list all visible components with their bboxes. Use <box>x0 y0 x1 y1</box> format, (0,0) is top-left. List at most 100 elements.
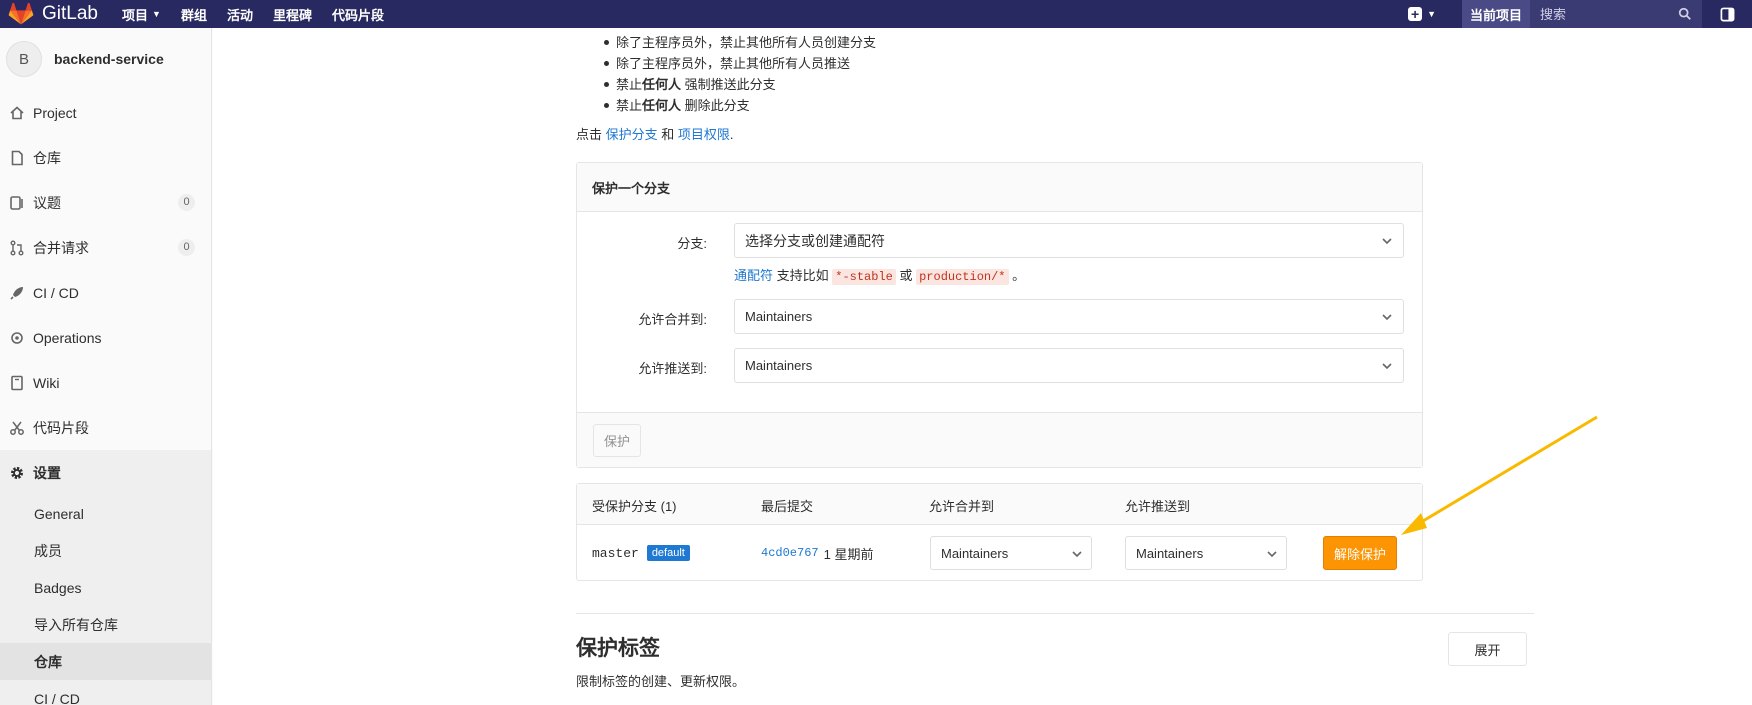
sidebar-item-issues[interactable]: 议题 0 <box>0 180 211 225</box>
project-avatar: B <box>6 41 42 77</box>
nav-activity[interactable]: 活动 <box>227 5 253 24</box>
sidebar-item-label: Project <box>33 104 77 121</box>
unprotect-button[interactable]: 解除保护 <box>1323 536 1398 570</box>
book-icon <box>9 375 25 391</box>
chevron-down-icon <box>1382 314 1392 321</box>
list-item: 禁止任何人 强制推送此分支 <box>602 74 876 95</box>
search-scope[interactable]: 当前项目 <box>1461 0 1530 28</box>
push-access-select[interactable]: Maintainers <box>734 348 1404 383</box>
panel-toggle-icon <box>1720 7 1734 21</box>
branch-label: 分支: <box>677 236 707 251</box>
sidebar-item-snippets[interactable]: 代码片段 <box>0 405 211 450</box>
nav-projects[interactable]: 项目 ▼ <box>122 5 161 24</box>
default-badge: default <box>646 545 690 561</box>
nav-groups[interactable]: 群组 <box>181 5 207 24</box>
header-merge: 允许合并到 <box>929 499 995 514</box>
branch-select[interactable]: 选择分支或创建通配符 <box>734 223 1404 258</box>
issues-count-badge: 0 <box>178 194 195 211</box>
wildcard-link[interactable]: 通配符 <box>734 268 773 283</box>
nav-milestones[interactable]: 里程碑 <box>273 5 312 24</box>
hint-text: 。 <box>1008 268 1026 283</box>
search-input[interactable] <box>1540 6 1660 22</box>
branch-select-value: 选择分支或创建通配符 <box>745 232 885 249</box>
rule-text: 禁止 <box>616 98 643 113</box>
row-merge-value: Maintainers <box>941 545 1009 561</box>
expand-button[interactable]: 展开 <box>1448 632 1527 666</box>
sidebar-toggle-button[interactable] <box>1702 0 1752 28</box>
project-sidebar: B backend-service Project 仓库 议题 0 合并请求 0… <box>0 28 212 705</box>
doc-icon <box>9 150 25 166</box>
sub-item-import[interactable]: 导入所有仓库 <box>0 606 211 643</box>
cloud-gear-icon <box>9 330 25 346</box>
project-header[interactable]: B backend-service <box>0 28 211 90</box>
issues-icon <box>9 195 25 211</box>
table-header: 受保护分支 (1) 最后提交 允许合并到 允许推送到 <box>577 484 1422 525</box>
chevron-down-icon <box>1267 551 1277 558</box>
plus-icon: + <box>1408 7 1423 21</box>
sidebar-item-label: 设置 <box>33 464 61 481</box>
chevron-down-icon <box>1382 238 1392 245</box>
header-last-commit: 最后提交 <box>761 499 814 514</box>
top-navbar: GitLab 项目 ▼ 群组 活动 里程碑 代码片段 + ▼ 当前项目 <box>0 0 1752 28</box>
merge-access-select[interactable]: Maintainers <box>734 299 1404 334</box>
sub-item-ci-cd[interactable]: CI / CD <box>0 680 211 705</box>
merge-select-value: Maintainers <box>745 309 813 324</box>
main-nav: 项目 ▼ 群组 活动 里程碑 代码片段 <box>122 0 404 28</box>
merge-label: 允许合并到: <box>638 312 707 327</box>
sub-item-general[interactable]: General <box>0 495 211 532</box>
rule-text: 除了主程序员外，禁止其他所有人员推送 <box>616 56 851 71</box>
sub-item-repository[interactable]: 仓库 <box>0 643 211 680</box>
new-dropdown-button[interactable]: + ▼ <box>1408 7 1436 21</box>
section-divider <box>576 613 1534 614</box>
sidebar-item-settings[interactable]: 设置 <box>0 450 211 495</box>
sidebar-item-label: Wiki <box>33 374 60 391</box>
chevron-down-icon <box>1382 363 1392 370</box>
nav-snippets[interactable]: 代码片段 <box>332 5 384 24</box>
project-permissions-link[interactable]: 项目权限 <box>678 127 730 142</box>
sidebar-item-ci-cd[interactable]: CI / CD <box>0 270 211 315</box>
sub-item-members[interactable]: 成员 <box>0 532 211 569</box>
search-icon[interactable] <box>1678 7 1692 21</box>
help-text: . <box>729 127 734 142</box>
list-item: 除了主程序员外，禁止其他所有人员创建分支 <box>602 32 876 53</box>
protection-rules-list: 除了主程序员外，禁止其他所有人员创建分支 除了主程序员外，禁止其他所有人员推送 … <box>602 32 876 116</box>
row-push-select[interactable]: Maintainers <box>1125 536 1287 570</box>
sidebar-item-label: 议题 <box>33 194 61 211</box>
gear-icon <box>9 465 25 481</box>
chevron-down-icon: ▼ <box>1427 9 1436 19</box>
help-text: 点击 <box>576 127 606 142</box>
rule-text: 禁止 <box>616 77 643 92</box>
sidebar-item-repository[interactable]: 仓库 <box>0 135 211 180</box>
row-push-value: Maintainers <box>1136 545 1204 561</box>
rule-emphasis: 任何人 <box>642 98 682 113</box>
table-row: master default 4cd0e767 1 星期前 Maintainer… <box>577 525 1422 581</box>
sidebar-item-label: 代码片段 <box>33 419 89 436</box>
push-select-value: Maintainers <box>745 358 813 373</box>
sidebar-item-operations[interactable]: Operations <box>0 315 211 360</box>
form-footer: 保护 <box>577 412 1422 467</box>
sidebar-item-wiki[interactable]: Wiki <box>0 360 211 405</box>
sidebar-item-merge-requests[interactable]: 合并请求 0 <box>0 225 211 270</box>
list-item: 除了主程序员外，禁止其他所有人员推送 <box>602 53 876 74</box>
rule-text: 强制推送此分支 <box>681 77 776 92</box>
rule-emphasis: 任何人 <box>642 77 682 92</box>
project-name: backend-service <box>54 51 164 67</box>
sidebar-item-project[interactable]: Project <box>0 90 211 135</box>
nav-right: + ▼ 当前项目 <box>1408 0 1752 28</box>
list-item: 禁止任何人 删除此分支 <box>602 95 876 116</box>
merge-requests-count-badge: 0 <box>178 239 195 256</box>
rocket-icon <box>9 285 25 301</box>
brand-name: GitLab <box>42 3 98 24</box>
protected-branches-link[interactable]: 保护分支 <box>606 127 658 142</box>
protected-branches-table: 受保护分支 (1) 最后提交 允许合并到 允许推送到 master defaul… <box>576 483 1423 581</box>
rule-text: 删除此分支 <box>681 98 750 113</box>
gitlab-logo-icon <box>8 3 34 25</box>
commit-cell: 4cd0e767 1 星期前 <box>761 525 873 581</box>
row-merge-select[interactable]: Maintainers <box>930 536 1092 570</box>
brand[interactable]: GitLab <box>8 0 98 28</box>
help-text: 和 <box>657 127 678 142</box>
commit-sha-link[interactable]: 4cd0e767 <box>761 546 819 560</box>
protect-button[interactable]: 保护 <box>593 424 642 457</box>
sub-item-badges[interactable]: Badges <box>0 569 211 606</box>
sidebar-item-label: 仓库 <box>33 149 61 166</box>
